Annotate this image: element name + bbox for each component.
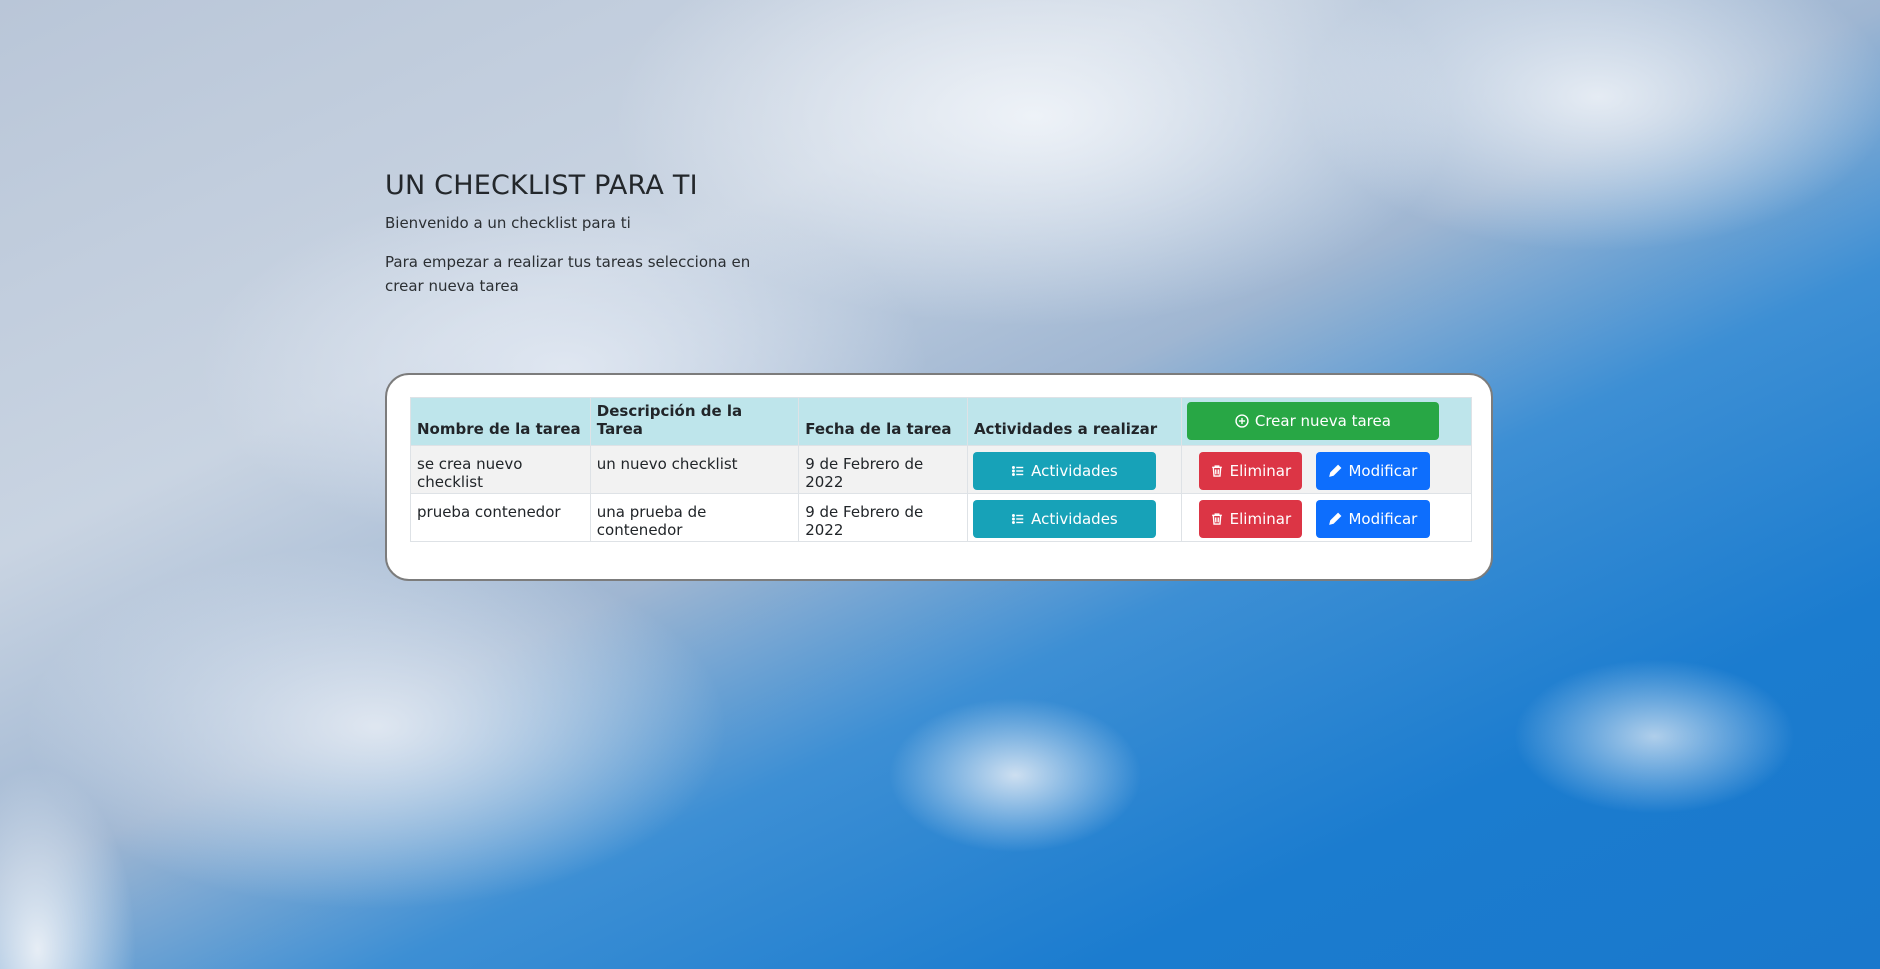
trash-icon [1211, 465, 1222, 477]
delete-label: Eliminar [1229, 462, 1292, 480]
edit-button[interactable]: Modificar [1315, 500, 1430, 538]
task-description: una prueba de contenedor [589, 493, 800, 542]
activities-cell: Actividades [966, 445, 1182, 494]
hero-section: UN CHECKLIST PARA TI Bienvenido a un che… [385, 170, 765, 313]
pencil-icon [1329, 512, 1342, 525]
delete-button[interactable]: Eliminar [1198, 500, 1302, 538]
list-icon [1012, 514, 1024, 524]
welcome-text: Bienvenido a un checklist para ti [385, 214, 631, 232]
activities-label: Actividades [1031, 510, 1118, 528]
operations-cell: Eliminar Modificar [1180, 493, 1473, 542]
table-row: se crea nuevo checklist un nuevo checkli… [410, 445, 1473, 494]
edit-label: Modificar [1348, 462, 1418, 480]
task-date: 9 de Febrero de 2022 [798, 493, 968, 542]
instructions-text: Para empezar a realizar tus tareas selec… [385, 253, 751, 295]
table-header-row: Nombre de la tarea Descripción de la Tar… [410, 397, 1473, 446]
page-title: UN CHECKLIST PARA TI [385, 170, 698, 201]
create-task-button[interactable]: Crear nueva tarea [1186, 402, 1439, 440]
edit-label: Modificar [1348, 510, 1418, 528]
task-date: 9 de Febrero de 2022 [798, 445, 968, 494]
header-activities: Actividades a realizar [966, 397, 1182, 446]
activities-cell: Actividades [966, 493, 1182, 542]
tasks-table: Nombre de la tarea Descripción de la Tar… [410, 397, 1473, 542]
trash-icon [1211, 513, 1222, 525]
operations-cell: Eliminar Modificar [1180, 445, 1473, 494]
header-description: Descripción de la Tarea [589, 397, 800, 446]
activities-button[interactable]: Actividades [972, 452, 1156, 490]
activities-label: Actividades [1031, 462, 1118, 480]
header-name: Nombre de la tarea [410, 397, 591, 446]
task-name: se crea nuevo checklist [410, 445, 591, 494]
tasks-panel: Nombre de la tarea Descripción de la Tar… [385, 373, 1493, 581]
task-name: prueba contenedor [410, 493, 591, 542]
delete-label: Eliminar [1229, 510, 1292, 528]
header-create-cell: Crear nueva tarea [1180, 397, 1473, 446]
header-date: Fecha de la tarea [798, 397, 968, 446]
edit-button[interactable]: Modificar [1315, 452, 1430, 490]
delete-button[interactable]: Eliminar [1198, 452, 1302, 490]
table-row: prueba contenedor una prueba de contened… [410, 493, 1473, 542]
task-description: un nuevo checklist [589, 445, 800, 494]
list-icon [1012, 466, 1024, 476]
plus-circle-icon [1235, 414, 1249, 428]
pencil-icon [1329, 464, 1342, 477]
activities-button[interactable]: Actividades [972, 500, 1156, 538]
create-task-label: Crear nueva tarea [1254, 412, 1391, 430]
